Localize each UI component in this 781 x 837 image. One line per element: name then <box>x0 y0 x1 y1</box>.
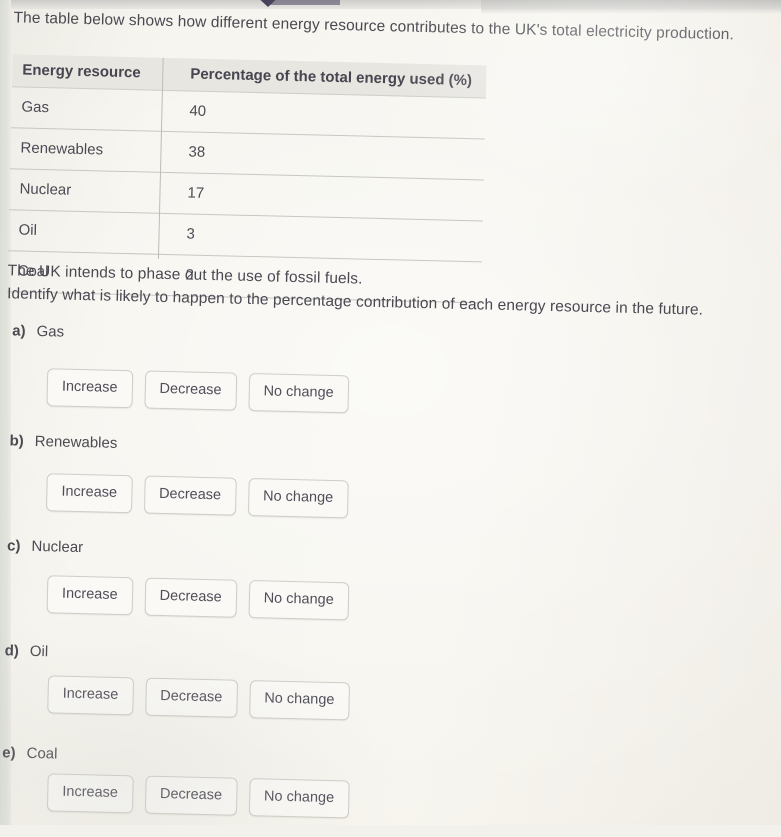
part-e-increase-button[interactable]: Increase <box>46 773 134 813</box>
part-c-marker: c) <box>6 537 21 555</box>
part-c-options: Increase Decrease No change <box>46 575 350 620</box>
part-b-options: Increase Decrease No change <box>45 473 349 518</box>
cell-resource: Gas <box>10 86 180 132</box>
part-d-decrease-button[interactable]: Decrease <box>144 677 238 718</box>
part-d-increase-button[interactable]: Increase <box>47 675 134 715</box>
part-c-no-change-button[interactable]: No change <box>248 580 350 620</box>
part-d-label: d) Oil <box>4 642 48 660</box>
part-b-text: Renewables <box>34 432 118 452</box>
part-c-decrease-button[interactable]: Decrease <box>144 577 238 618</box>
question-sheet: The table below shows how different ener… <box>0 0 777 837</box>
cell-resource: Oil <box>8 209 178 255</box>
part-b-marker: b) <box>9 432 24 450</box>
part-d-marker: d) <box>4 642 20 660</box>
part-b-no-change-button[interactable]: No change <box>247 477 349 518</box>
part-d-no-change-button[interactable]: No change <box>248 680 350 720</box>
intro-text: The table below shows how different ener… <box>13 9 735 44</box>
part-e-marker: e) <box>2 744 16 762</box>
part-e-options: Increase Decrease No change <box>46 773 350 818</box>
part-a-options: Increase Decrease No change <box>46 368 350 413</box>
part-e-decrease-button[interactable]: Decrease <box>144 775 238 816</box>
part-b-decrease-button[interactable]: Decrease <box>143 475 237 516</box>
part-b-increase-button[interactable]: Increase <box>45 473 133 513</box>
cell-percentage: 17 <box>177 172 484 221</box>
cell-percentage: 38 <box>177 131 485 180</box>
part-e-label: e) Coal <box>2 744 58 762</box>
cell-percentage: 3 <box>176 213 483 262</box>
part-d-options: Increase Decrease No change <box>47 675 350 720</box>
cell-resource: Renewables <box>10 127 179 173</box>
part-a-text: Gas <box>36 322 65 341</box>
part-a-marker: a) <box>12 322 26 340</box>
part-b-label: b) Renewables <box>9 432 117 452</box>
part-a-no-change-button[interactable]: No change <box>248 372 350 413</box>
part-c-text: Nuclear <box>31 537 84 557</box>
cell-percentage: 40 <box>178 90 486 139</box>
part-d-text: Oil <box>29 642 49 661</box>
cell-resource: Nuclear <box>9 168 178 214</box>
table-header-resource: Energy resource <box>11 54 181 91</box>
part-a-increase-button[interactable]: Increase <box>46 368 133 408</box>
part-e-text: Coal <box>26 744 58 763</box>
part-a-decrease-button[interactable]: Decrease <box>144 370 237 411</box>
part-a-label: a) Gas <box>12 322 64 340</box>
part-e-no-change-button[interactable]: No change <box>248 778 350 818</box>
part-c-label: c) Nuclear <box>7 537 83 556</box>
part-c-increase-button[interactable]: Increase <box>46 575 134 615</box>
